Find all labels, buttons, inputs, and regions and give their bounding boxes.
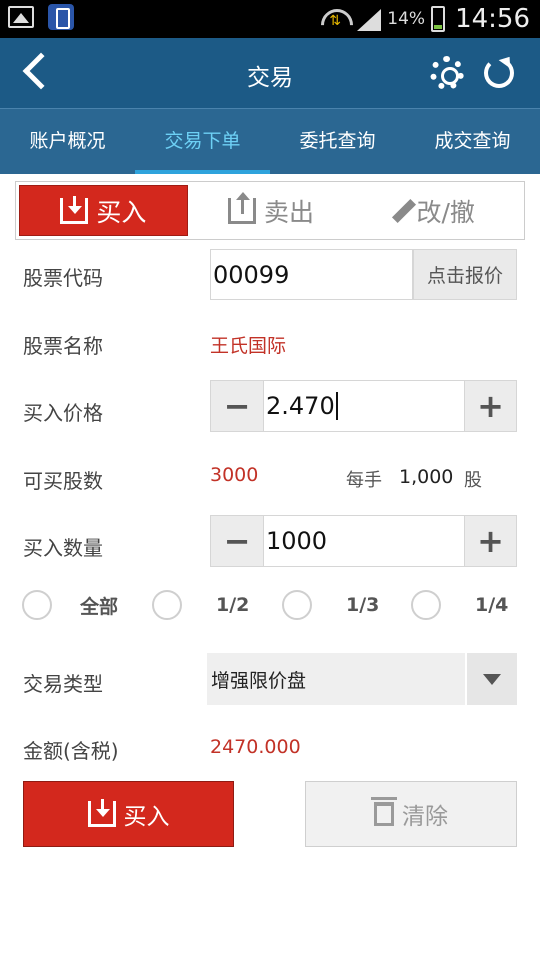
buyable-label: 可买股数 xyxy=(23,469,103,493)
quantity-stepper: − 1000 + xyxy=(210,515,517,567)
stock-code-label: 股票代码 xyxy=(23,266,103,290)
stock-name-label: 股票名称 xyxy=(23,334,103,358)
price-minus-button[interactable]: − xyxy=(211,381,263,431)
tab-place-order[interactable]: 交易下单 xyxy=(135,109,270,174)
gallery-notification-icon xyxy=(8,6,34,28)
lot-size-label: 每手 xyxy=(346,470,382,491)
clock: 14:56 xyxy=(455,4,530,34)
stock-name-value: 王氏国际 xyxy=(210,335,287,357)
battery-icon xyxy=(431,6,446,32)
price-plus-button[interactable]: + xyxy=(464,381,516,431)
ratio-option-half[interactable]: 1/2 xyxy=(152,590,249,620)
radio-quarter[interactable] xyxy=(411,590,441,620)
lot-size-unit: 股 xyxy=(464,470,482,491)
chevron-down-icon xyxy=(483,673,501,685)
ratio-option-all[interactable]: 全部 xyxy=(22,590,118,620)
quantity-minus-button[interactable]: − xyxy=(211,516,263,566)
quantity-plus-button[interactable]: + xyxy=(464,516,516,566)
segment-buy[interactable]: 买入 xyxy=(19,185,188,236)
trash-icon xyxy=(371,797,397,826)
ratio-option-quarter[interactable]: 1/4 xyxy=(411,590,508,620)
text-caret xyxy=(335,392,338,420)
quantity-label: 买入数量 xyxy=(23,536,103,560)
segment-sell[interactable]: 卖出 xyxy=(188,185,355,236)
ratio-quarter-label: 1/4 xyxy=(475,594,509,616)
status-bar: 14% 14:56 xyxy=(0,0,540,38)
tab-order-query[interactable]: 委托查询 xyxy=(270,109,405,174)
trade-type-select[interactable]: 增强限价盘 xyxy=(207,653,517,705)
tab-trade-query[interactable]: 成交查询 xyxy=(405,109,540,174)
quote-button[interactable]: 点击报价 xyxy=(413,249,517,300)
battery-percent: 14% xyxy=(387,9,426,29)
trade-type-dropdown-button[interactable] xyxy=(465,653,517,705)
ratio-option-third[interactable]: 1/3 xyxy=(282,590,379,620)
download-icon xyxy=(87,799,116,827)
buyable-value: 3000 xyxy=(210,464,259,486)
price-value: 2.470 xyxy=(266,392,335,420)
wifi-icon xyxy=(319,7,349,31)
download-icon xyxy=(60,195,89,224)
pencil-icon xyxy=(392,198,417,223)
buy-button-label: 买入 xyxy=(123,804,170,830)
price-stepper: − 2.470 + xyxy=(210,380,517,432)
amount-label: 金额(含税) xyxy=(23,739,119,763)
gear-icon[interactable] xyxy=(430,56,464,90)
segment-sell-label: 卖出 xyxy=(264,197,315,227)
radio-third[interactable] xyxy=(282,590,312,620)
radio-half[interactable] xyxy=(152,590,182,620)
stock-code-input[interactable]: 00099 xyxy=(210,249,413,300)
ratio-third-label: 1/3 xyxy=(346,594,380,616)
lot-size-value: 1,000 xyxy=(399,466,454,488)
tab-account-overview[interactable]: 账户概况 xyxy=(0,109,135,174)
segment-buy-label: 买入 xyxy=(96,197,147,227)
tab-bar: 账户概况 交易下单 委托查询 成交查询 xyxy=(0,108,540,174)
signal-icon xyxy=(355,7,382,31)
trade-type-value: 增强限价盘 xyxy=(207,653,465,705)
app-notification-icon xyxy=(48,4,74,30)
segment-modify-cancel[interactable]: 改/撤 xyxy=(354,185,521,236)
quantity-input[interactable]: 1000 xyxy=(263,516,464,566)
segment-modify-label: 改/撤 xyxy=(416,197,475,227)
radio-all[interactable] xyxy=(22,590,52,620)
trade-type-label: 交易类型 xyxy=(23,672,103,696)
title-bar: 交易 xyxy=(0,38,540,108)
ratio-all-label: 全部 xyxy=(80,595,119,618)
ratio-half-label: 1/2 xyxy=(216,594,250,616)
price-label: 买入价格 xyxy=(23,401,103,425)
clear-button[interactable]: 清除 xyxy=(305,781,517,847)
upload-icon xyxy=(228,191,256,224)
clear-button-label: 清除 xyxy=(402,804,448,830)
buy-button[interactable]: 买入 xyxy=(23,781,234,847)
refresh-icon[interactable] xyxy=(484,58,514,88)
order-type-segment: 买入 卖出 改/撤 xyxy=(15,181,525,240)
price-input[interactable]: 2.470 xyxy=(263,381,464,431)
amount-value: 2470.000 xyxy=(210,736,301,758)
